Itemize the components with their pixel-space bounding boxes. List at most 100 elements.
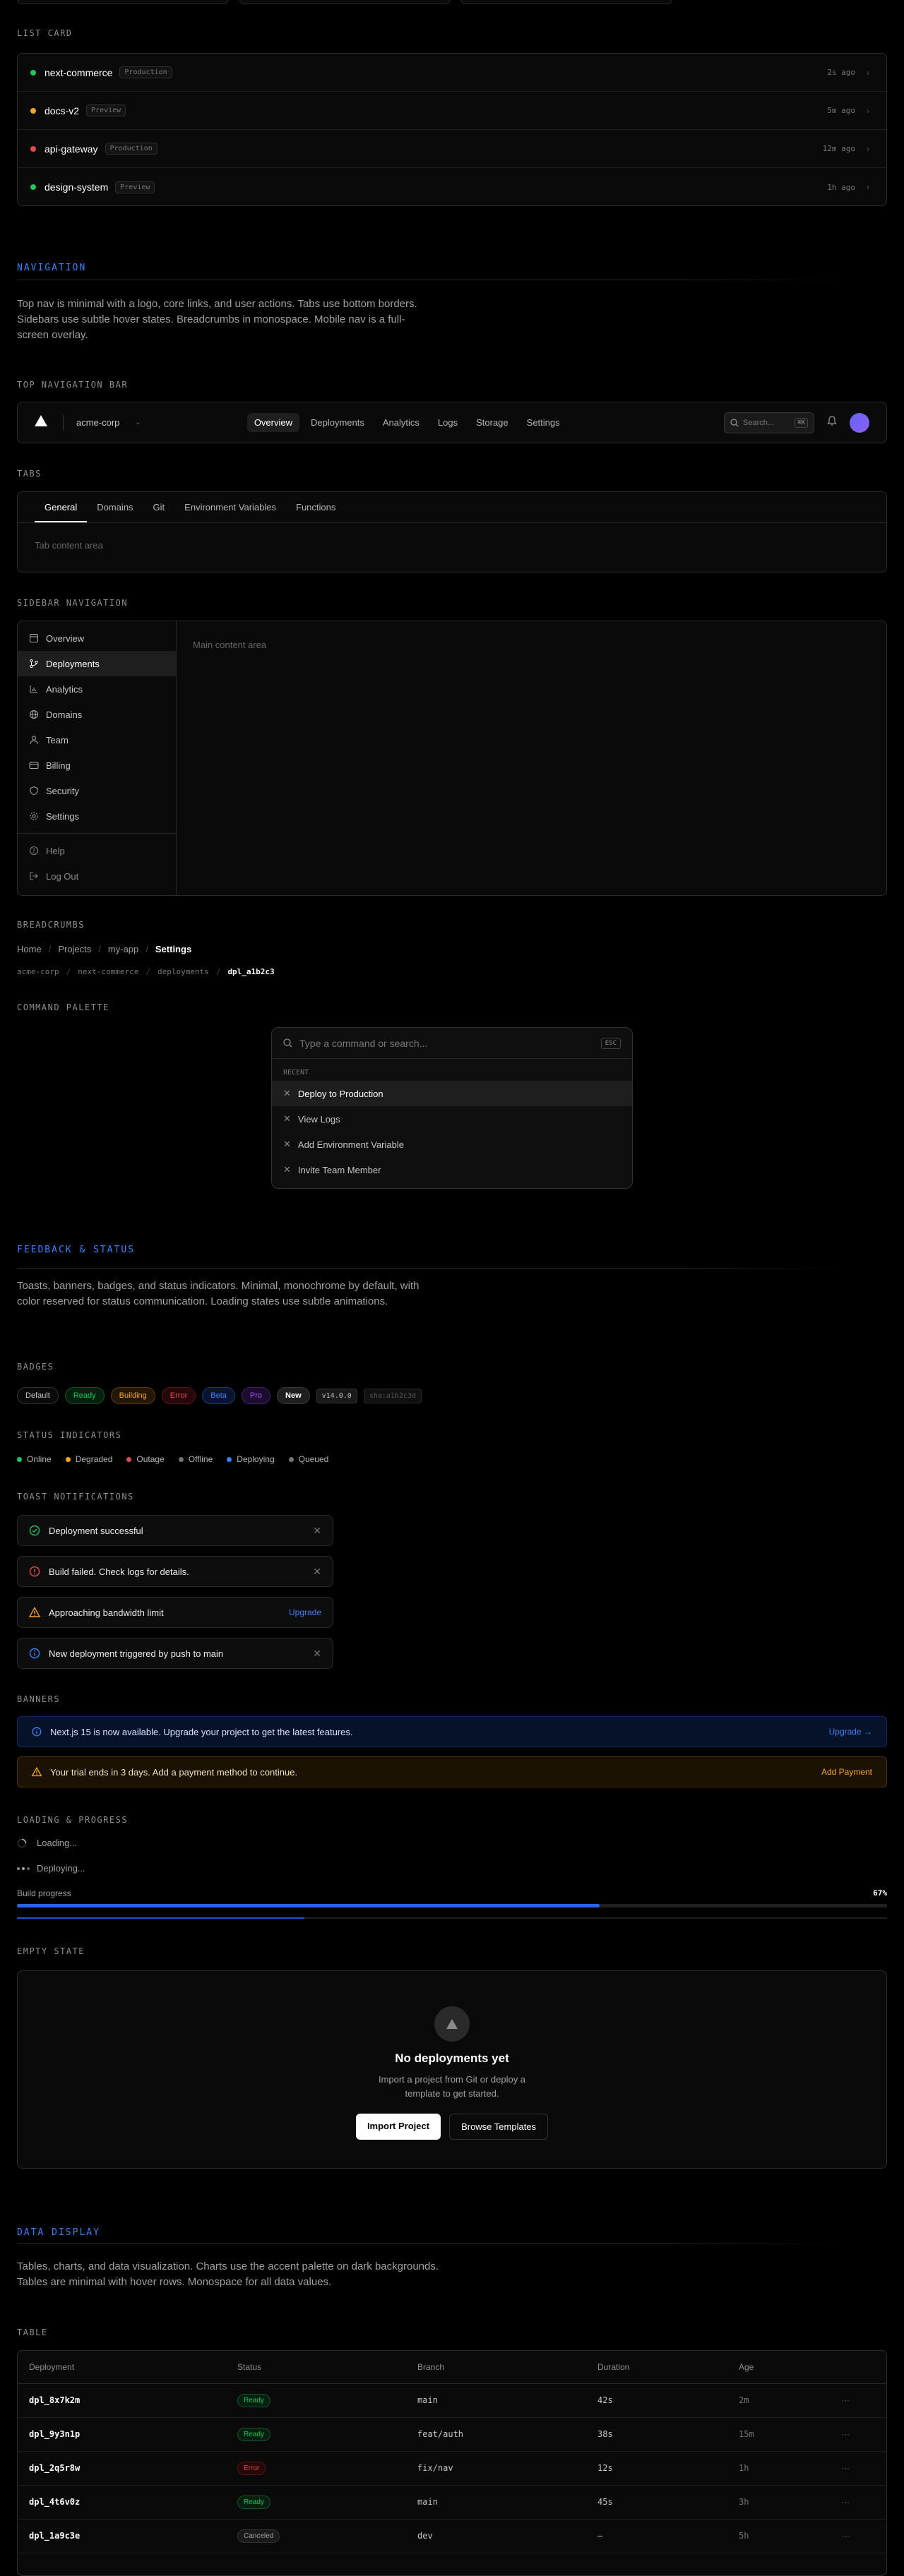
sidebar-item-logout[interactable]: Log Out [18,863,176,889]
close-icon[interactable]: ✕ [313,1566,321,1578]
table-row[interactable]: dpl_9y3n1p Ready feat/auth 38s 15m ··· [18,2417,886,2452]
breadcrumb-item[interactable]: my-app [108,944,138,954]
overview-icon [30,634,38,642]
branch: main [406,2485,586,2520]
breadcrumb-item[interactable]: next-commerce [78,967,138,976]
loading-label: LOADING & PROGRESS [17,1815,129,1825]
breadcrumb-item[interactable]: Home [17,944,42,954]
column-header[interactable]: Status [226,2351,406,2384]
tab-general[interactable]: General [35,492,88,522]
more-icon[interactable]: ··· [830,2383,886,2418]
tab-domains[interactable]: Domains [87,492,143,522]
list-item[interactable]: docs-v2 Preview 5m ago › [18,92,886,130]
nav-link-settings[interactable]: Settings [520,413,567,432]
sidebar-item-deployments[interactable]: Deployments [18,651,176,676]
tab-functions[interactable]: Functions [286,492,345,522]
nav-link-storage[interactable]: Storage [469,413,516,432]
badges-label: BADGES [17,1362,54,1372]
team-switcher[interactable]: acme-corp [76,417,119,428]
status-text: Degraded [75,1454,113,1464]
more-icon[interactable]: ··· [830,2451,886,2486]
import-project-button[interactable]: Import Project [355,2114,441,2140]
table-row[interactable]: dpl_2q5r8w Error fix/nav 12s 1h ··· [18,2451,886,2486]
feedback-title: FEEDBACK & STATUS [17,1245,136,1255]
sidebar-item-help[interactable]: ? Help [18,838,176,863]
chevron-down-icon[interactable]: ⌄ [135,419,141,426]
nav-link-overview[interactable]: Overview [246,413,299,432]
age: 2m [727,2383,830,2418]
branch: fix/nav [406,2451,586,2486]
palette-item[interactable]: ✕ Deploy to Production [272,1081,632,1106]
mono-badge: sha:a1b2c3d [363,1388,422,1403]
breadcrumb-separator: / [215,967,221,976]
palette-item[interactable]: ✕ Add Environment Variable [272,1132,632,1157]
breadcrumb-separator: / [145,944,148,954]
palette-item[interactable]: ✕ View Logs [272,1106,632,1132]
search-box[interactable]: Search... ⌘K [724,412,814,433]
palette-item-label: Add Environment Variable [297,1139,404,1150]
status-dot [288,1456,294,1462]
duration: 45s [586,2485,727,2520]
breadcrumb-item[interactable]: deployments [157,967,209,976]
more-icon[interactable]: ··· [830,2519,886,2553]
list-card-label: LIST CARD [17,28,73,38]
more-icon[interactable]: ··· [830,2485,886,2520]
command-icon: ✕ [283,1164,291,1175]
status-dot [30,69,36,76]
nav-link-analytics[interactable]: Analytics [376,413,427,432]
bell-icon[interactable] [827,416,837,429]
column-header[interactable]: Deployment [18,2351,226,2384]
dots-row: Deploying... [17,1863,85,1874]
list-item[interactable]: next-commerce Production 2s ago › [18,54,886,92]
avatar[interactable] [850,412,869,433]
sidebar-item-settings[interactable]: Settings [18,803,176,829]
toast-text: Approaching bandwidth limit [49,1607,164,1618]
sidebar: Overview Deployments Analytics Domains Team B… [18,621,177,895]
table-row[interactable]: dpl_4t6v0z Ready main 45s 3h ··· [18,2485,886,2520]
nav-link-deployments[interactable]: Deployments [304,413,371,432]
list-item[interactable]: design-system Preview 1h ago › [18,168,886,206]
toast-info: New deployment triggered by push to main… [17,1638,333,1669]
sidebar-item-billing[interactable]: Billing [18,753,176,778]
browse-templates-button[interactable]: Browse Templates [449,2114,549,2140]
table-row[interactable]: dpl_1a9c3e Canceled dev —5h ··· [18,2519,886,2553]
nav-link-logs[interactable]: Logs [431,413,465,432]
add-payment-link[interactable]: Add Payment [821,1767,872,1777]
breadcrumb-item: dpl_a1b2c3 [227,967,275,976]
age: 5h [727,2519,830,2553]
list-item[interactable]: api-gateway Production 12m ago › [18,130,886,168]
toast-text: New deployment triggered by push to main [49,1648,224,1659]
badge-beta: Beta [202,1387,235,1404]
breadcrumb-item[interactable]: acme-corp [17,967,59,976]
divider [17,2243,841,2244]
column-header[interactable]: Age [727,2351,830,2384]
palette-input[interactable]: Type a command or search... [299,1038,427,1049]
sidebar-item-analytics[interactable]: Analytics [18,676,176,702]
close-icon[interactable]: ✕ [313,1525,321,1537]
table-row[interactable]: dpl_8x7k2m Ready main 42s 2m ··· [18,2383,886,2418]
sidebar-item-overview[interactable]: Overview [18,625,176,651]
status-cell: Ready [226,2485,406,2520]
sidebar-label: SIDEBAR NAVIGATION [17,598,129,608]
upgrade-link[interactable]: Upgrade [289,1607,321,1617]
palette-item[interactable]: ✕ Invite Team Member [272,1157,632,1182]
column-header[interactable]: Duration [586,2351,727,2384]
chevron-right-icon: › [867,105,869,116]
tab-git[interactable]: Git [143,492,175,522]
status-indicator-degraded: Degraded [65,1454,113,1464]
breadcrumb-separator: / [48,944,52,954]
sidebar-item-domains[interactable]: Domains [18,702,176,727]
deployment-id: dpl_1a9c3e [18,2519,226,2553]
sidebar-item-label: Domains [46,709,83,720]
badge-default: Default [17,1387,59,1404]
upgrade-link[interactable]: Upgrade → [829,1727,872,1737]
column-header-actions [830,2351,886,2384]
close-icon[interactable]: ✕ [313,1648,321,1660]
more-icon[interactable]: ··· [830,2417,886,2452]
tab-environment-variables[interactable]: Environment Variables [174,492,286,522]
logo-icon[interactable] [35,415,47,430]
sidebar-item-team[interactable]: Team [18,727,176,753]
column-header[interactable]: Branch [406,2351,586,2384]
sidebar-item-security[interactable]: Security [18,778,176,803]
breadcrumb-item[interactable]: Projects [58,944,91,954]
